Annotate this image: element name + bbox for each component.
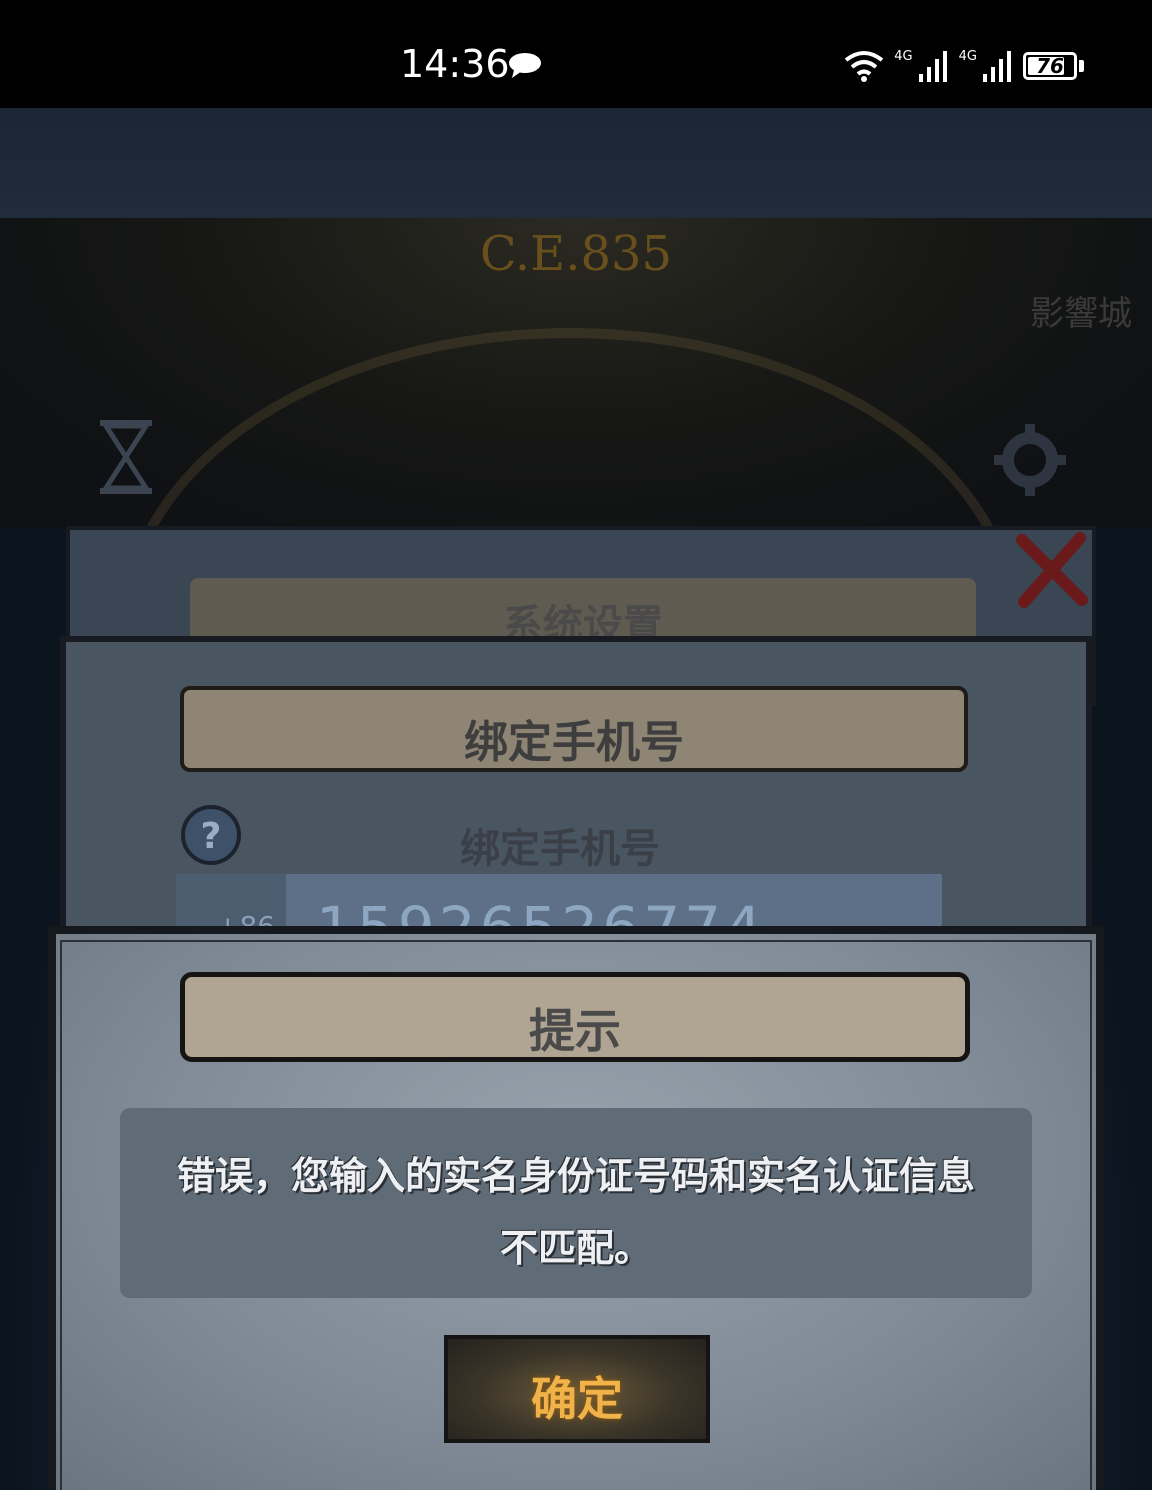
top-band: [0, 108, 1152, 218]
dialog-title: 提示: [529, 1004, 621, 1058]
network-label-2: 4G: [958, 48, 977, 64]
network-label-1: 4G: [894, 48, 913, 64]
battery-level: 76: [1036, 54, 1064, 78]
svg-text:?: ?: [201, 816, 222, 857]
era-text: C.E.835: [479, 226, 673, 282]
chat-icon: [509, 53, 541, 78]
signal-icon: [918, 51, 947, 82]
gear-icon: [994, 424, 1066, 496]
confirm-button[interactable]: 确定: [444, 1335, 710, 1443]
status-time: 14:36: [400, 42, 510, 86]
location-text: 影響城: [1030, 294, 1132, 334]
hourglass-icon: [100, 420, 152, 494]
battery-tip: [1079, 60, 1084, 72]
wifi-icon: [845, 51, 884, 82]
dialog-title-banner: 提示: [180, 972, 970, 1062]
close-icon[interactable]: [1014, 530, 1090, 610]
error-message: 错误，您输入的实名身份证号码和实名认证信息不匹配。: [176, 1154, 975, 1270]
status-icons: 4G 4G 76: [844, 46, 1084, 86]
bind-phone-title-banner: 绑定手机号: [180, 686, 968, 772]
confirm-button-label: 确定: [531, 1372, 623, 1426]
phone-input[interactable]: +86 15926526774: [176, 874, 942, 934]
bind-phone-label: 绑定手机号: [460, 826, 660, 872]
signal-icon: [983, 51, 1011, 82]
phone-prefix[interactable]: +86: [176, 874, 286, 934]
battery-icon: 76: [1023, 52, 1077, 80]
status-bar: 14:36 4G 4G 76: [0, 0, 1152, 108]
bind-phone-title: 绑定手机号: [464, 717, 684, 768]
help-icon[interactable]: ?: [180, 804, 242, 866]
